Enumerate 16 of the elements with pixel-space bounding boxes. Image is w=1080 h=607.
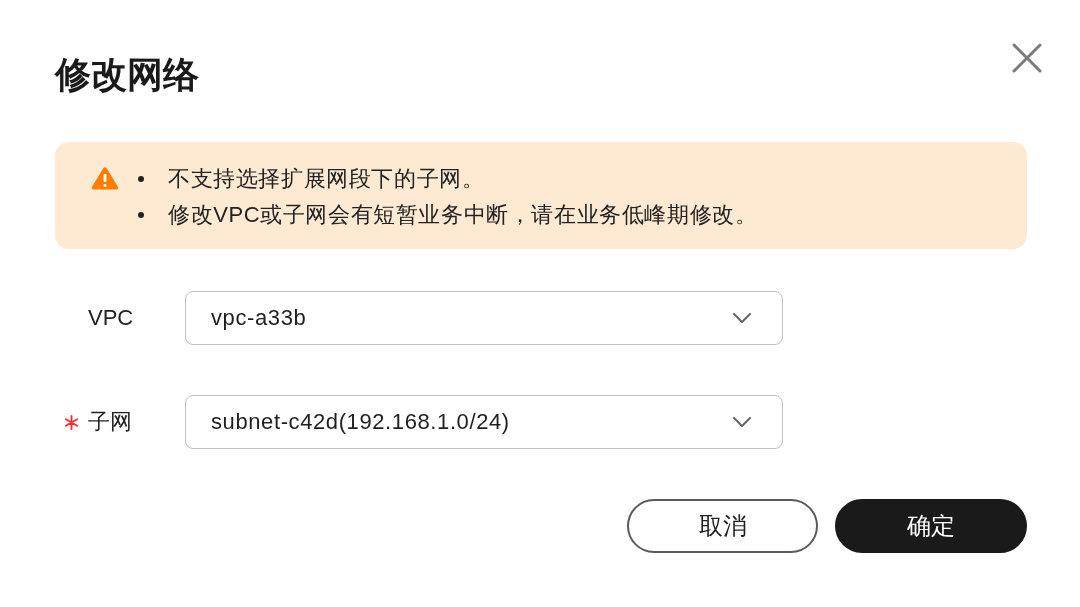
alert-text: 不支持选择扩展网段下的子网。 [168, 165, 485, 193]
bullet-dot-icon [138, 176, 144, 182]
select-field[interactable]: vpc-a33b [185, 291, 783, 345]
close-button[interactable] [1012, 43, 1042, 73]
chevron-down-icon [733, 417, 751, 427]
cancel-button[interactable]: 取消 [627, 499, 818, 553]
alert-text: 修改VPC或子网会有短暂业务中断，请在业务低峰期修改。 [168, 201, 758, 229]
confirm-button[interactable]: 确定 [835, 499, 1027, 553]
bullet-dot-icon [138, 212, 144, 218]
field-label: 子网 [88, 408, 133, 436]
dialog-title: 修改网络 [55, 55, 199, 95]
chevron-down-icon [733, 313, 751, 323]
close-icon [1012, 43, 1042, 73]
field-label: VPC [88, 304, 135, 332]
warning-triangle-icon [91, 166, 119, 190]
select-field[interactable]: subnet-c42d(192.168.1.0/24) [185, 395, 783, 449]
